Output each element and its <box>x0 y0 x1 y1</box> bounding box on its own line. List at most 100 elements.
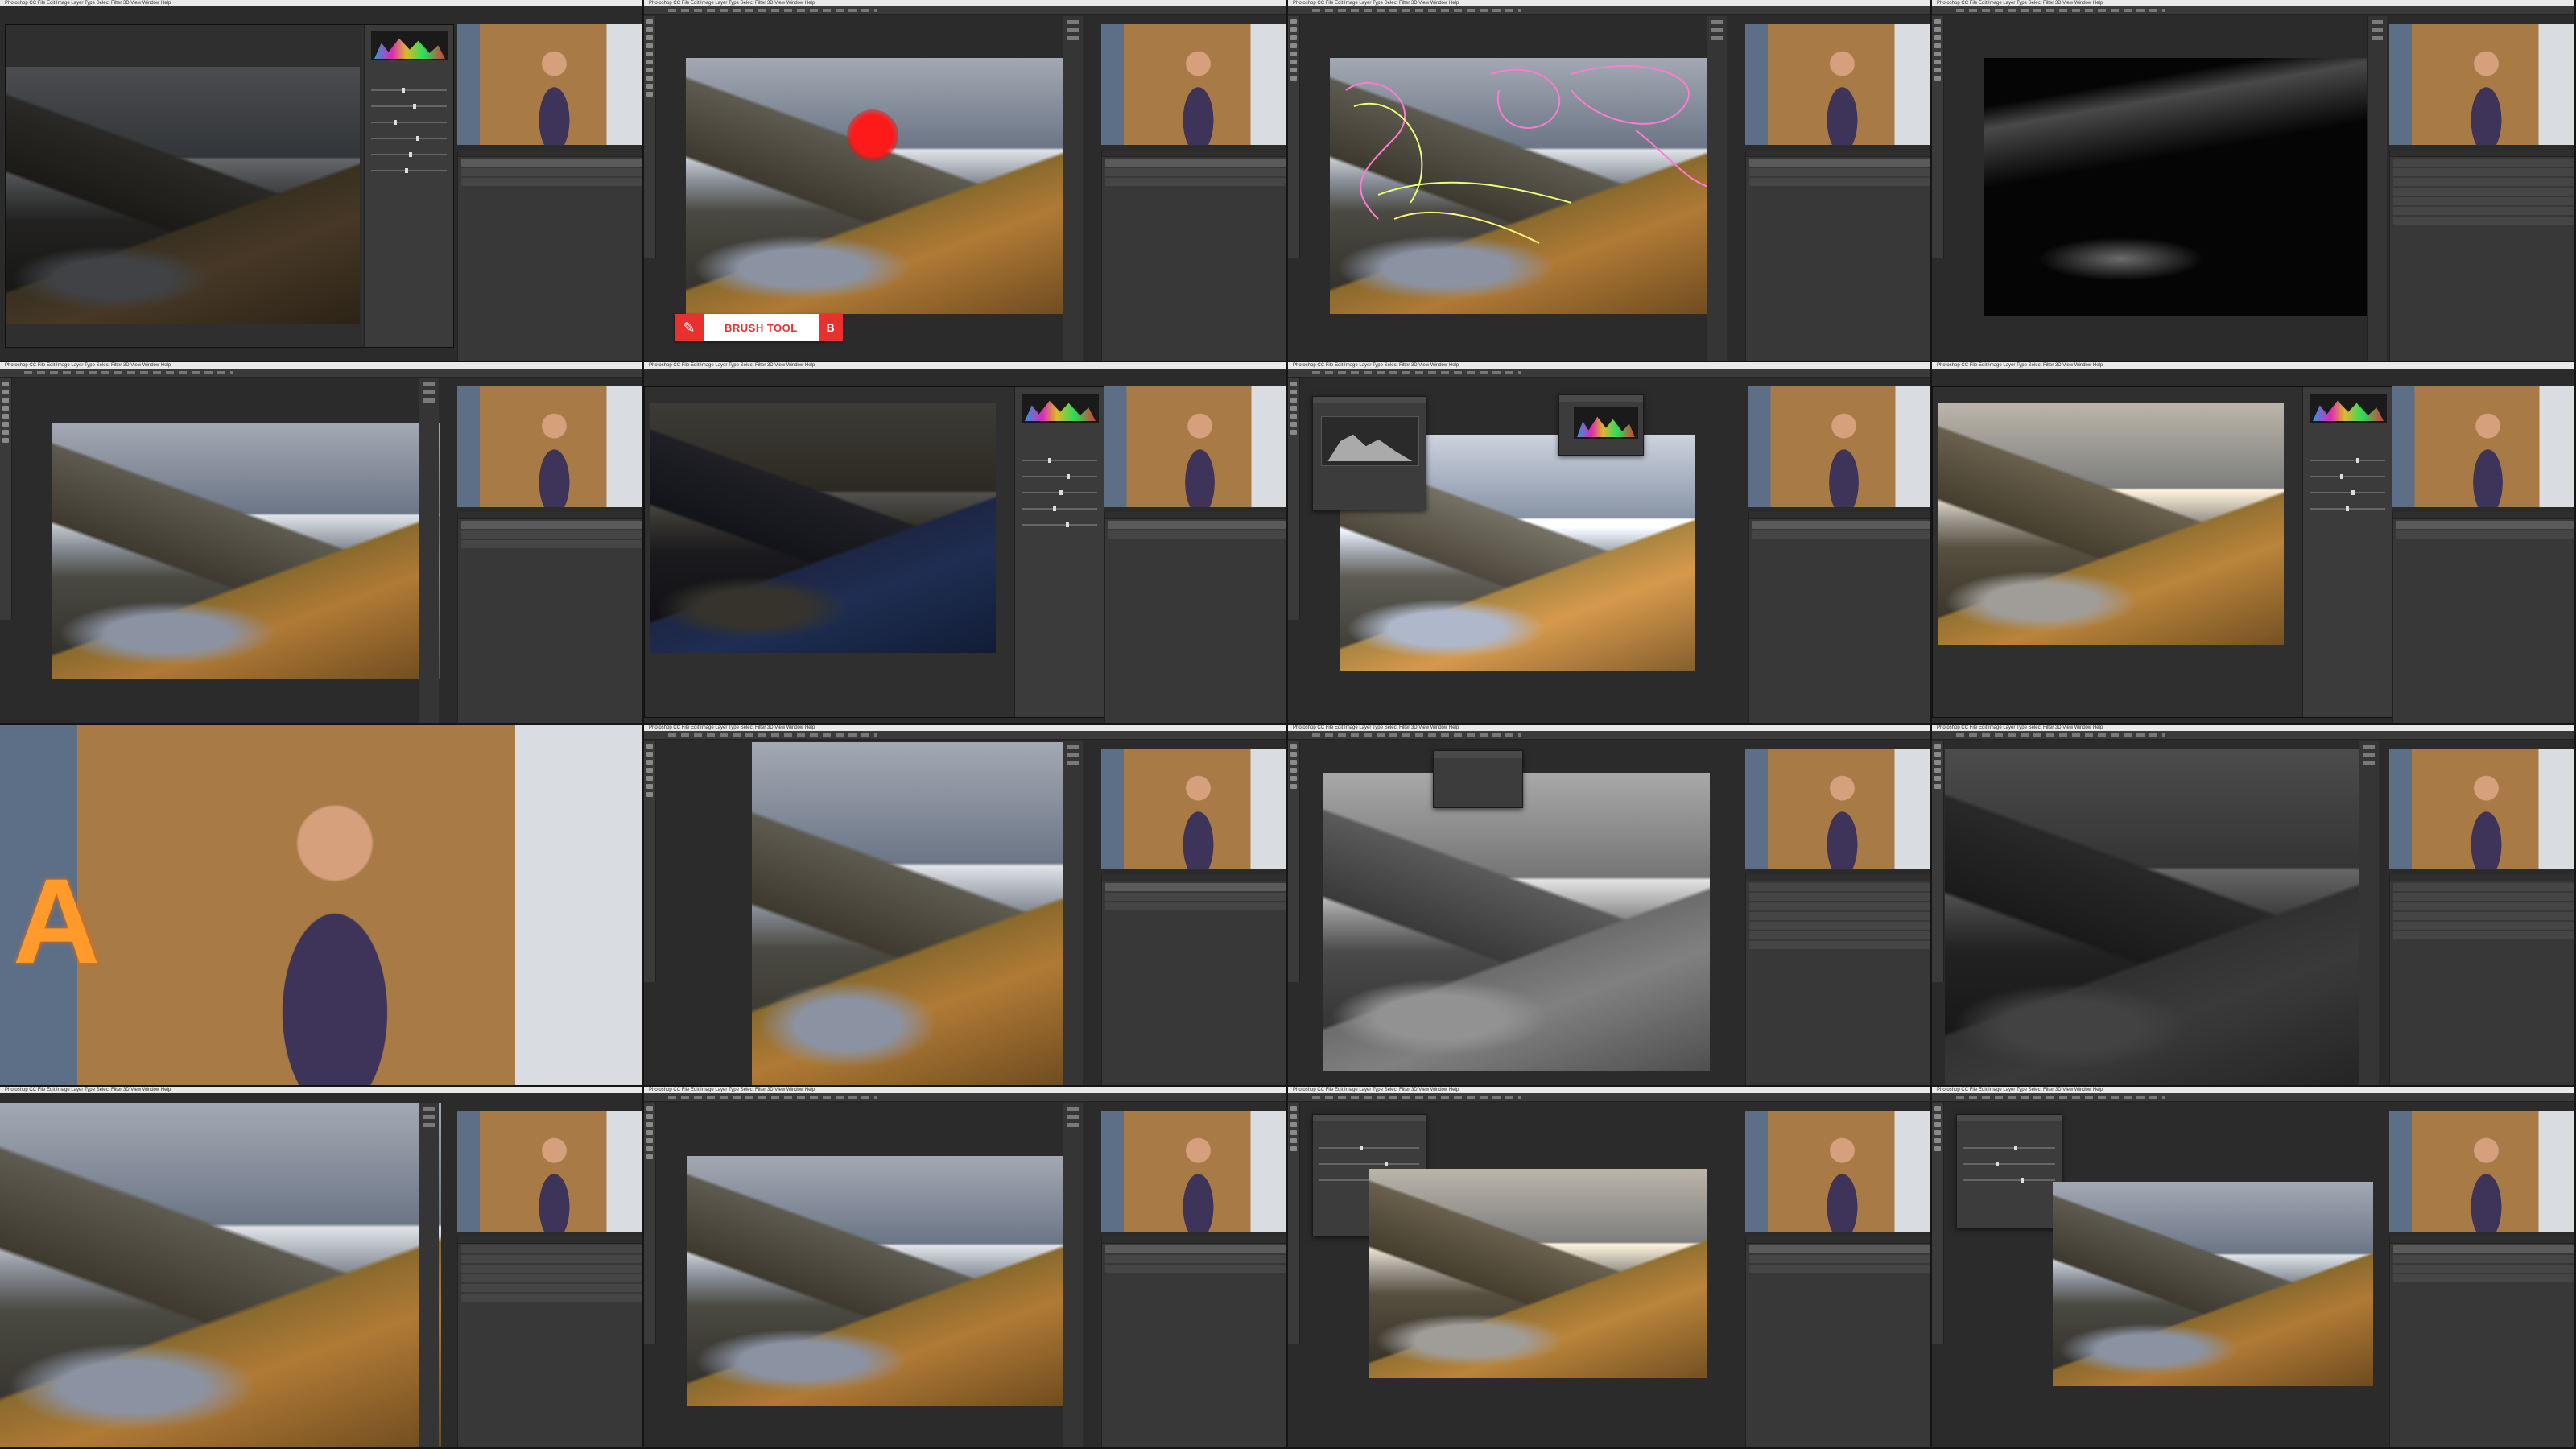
menu-bar: Photoshop CC File Edit Image Layer Type … <box>0 0 642 6</box>
context-menu <box>1433 750 1523 808</box>
frame-photoshop-closeup: Photoshop CC File Edit Image Layer Type … <box>644 724 1288 1087</box>
photo-canvas <box>1945 749 2363 1085</box>
presenter-webcam <box>1104 386 1286 507</box>
options-bar <box>1932 6 2574 15</box>
presenter-webcam <box>1745 1111 1930 1232</box>
tools-panel <box>1932 1103 1944 1344</box>
collapsed-panels <box>1063 741 1083 1085</box>
frame-presenter-fullscreen: A <box>0 724 644 1087</box>
layers-panel <box>457 150 642 361</box>
options-bar <box>644 6 1286 15</box>
layers-panel <box>1101 1236 1286 1447</box>
neon-letter-sign: A <box>13 852 101 989</box>
menu-bar: Photoshop CC File Edit Image Layer Type … <box>0 362 642 369</box>
layers-panel <box>1745 150 1930 361</box>
tools-panel <box>644 16 656 258</box>
adjust-panel <box>1014 387 1104 717</box>
brush-cursor <box>847 109 898 161</box>
annotation-scribbles <box>1345 65 1709 244</box>
photo-canvas <box>1323 773 1710 1071</box>
photo-canvas <box>1330 58 1718 314</box>
frame-camera-raw-night: Photoshop CC File Edit Image Layer Type … <box>644 362 1288 724</box>
collapsed-panels <box>1063 1103 1083 1447</box>
frame-properties-warm: Photoshop CC File Edit Image Layer Type … <box>1288 1087 1932 1449</box>
properties-panel <box>1956 1114 2062 1228</box>
tools-panel <box>1288 741 1300 982</box>
options-bar <box>1932 731 2574 740</box>
tools-panel <box>1288 378 1300 620</box>
options-bar <box>644 731 1286 740</box>
brush-tool-label: BRUSH TOOL <box>724 321 798 334</box>
camera-raw-window <box>5 24 454 348</box>
histogram <box>1022 394 1099 423</box>
menu-bar: Photoshop CC File Edit Image Layer Type … <box>1932 1087 2574 1093</box>
mask-canvas <box>1984 58 2376 316</box>
menu-bar: Photoshop CC File Edit Image Layer Type … <box>1288 362 1930 369</box>
histogram <box>371 31 448 60</box>
collapsed-panels <box>2359 741 2379 1085</box>
layers-panel <box>1101 150 1286 361</box>
frame-photoshop-base: Photoshop CC File Edit Image Layer Type … <box>0 362 644 724</box>
photo-canvas <box>1938 403 2284 645</box>
channels-panel <box>2389 150 2574 361</box>
brush-tool-overlay: ✎ BRUSH TOOL B <box>675 314 843 341</box>
layers-panel <box>1101 874 1286 1085</box>
presenter-webcam <box>2389 749 2574 869</box>
tools-panel <box>1288 16 1300 258</box>
brush-icon: ✎ <box>675 314 704 341</box>
presenter-figure <box>528 46 581 145</box>
layers-panel <box>2389 1236 2574 1447</box>
photo-canvas <box>52 423 440 679</box>
layers-panel <box>1748 512 1930 723</box>
frame-photoshop-final: Photoshop CC File Edit Image Layer Type … <box>644 1087 1288 1449</box>
menu-bar: Photoshop CC File Edit Image Layer Type … <box>644 724 1286 731</box>
camera-raw-window <box>644 386 1104 718</box>
tools-panel <box>1932 16 1944 258</box>
channels-panel <box>1745 874 1930 1085</box>
presenter-webcam <box>1101 24 1286 145</box>
adjust-panel <box>2302 387 2392 717</box>
menu-bar: Photoshop CC File Edit Image Layer Type … <box>1288 0 1930 6</box>
frame-scribble-notes: Photoshop CC File Edit Image Layer Type … <box>1288 0 1932 362</box>
menu-bar: Photoshop CC File Edit Image Layer Type … <box>0 1087 642 1093</box>
frame-levels-dialog: Photoshop CC File Edit Image Layer Type … <box>1288 362 1932 724</box>
frame-camera-raw-warm: Photoshop CC File Edit Image Layer Type … <box>1932 362 2576 724</box>
photo-canvas <box>1368 1169 1707 1378</box>
video-thumbnail-grid: Photoshop CC File Edit Image Layer Type … <box>0 0 2576 1449</box>
options-bar <box>1288 369 1930 378</box>
collapsed-panels <box>419 378 439 723</box>
menu-bar: Photoshop CC File Edit Image Layer Type … <box>644 1087 1286 1093</box>
menu-bar: Photoshop CC File Edit Image Layer Type … <box>1932 0 2574 6</box>
tools-panel <box>644 1103 656 1344</box>
menu-bar: Photoshop CC File Edit Image Layer Type … <box>1288 724 1930 731</box>
options-bar <box>0 369 642 378</box>
frame-bw-dark: Photoshop CC File Edit Image Layer Type … <box>1932 724 2576 1087</box>
presenter-webcam <box>1745 749 1930 869</box>
presenter-webcam <box>457 1111 642 1232</box>
frame-mountain-valley: Photoshop CC File Edit Image Layer Type … <box>0 1087 644 1449</box>
levels-histogram <box>1321 416 1419 466</box>
adjust-panel <box>364 25 453 347</box>
menu-bar: Photoshop CC File Edit Image Layer Type … <box>1288 1087 1930 1093</box>
presenter-figure <box>245 790 425 1085</box>
options-bar <box>1288 1093 1930 1102</box>
presenter-webcam <box>1101 749 1286 869</box>
presenter-webcam <box>2389 24 2574 145</box>
menu-bar: Photoshop CC File Edit Image Layer Type … <box>644 0 1286 6</box>
options-bar <box>644 1093 1286 1102</box>
histogram-panel <box>1558 394 1644 456</box>
menu-bar: Photoshop CC File Edit Image Layer Type … <box>644 362 1286 369</box>
layers-panel <box>2392 512 2574 723</box>
frame-mask-view: Photoshop CC File Edit Image Layer Type … <box>1932 0 2576 362</box>
options-bar <box>1288 731 1930 740</box>
channels-panel <box>2389 874 2574 1085</box>
frame-camera-raw-dark: Photoshop CC File Edit Image Layer Type … <box>0 0 644 362</box>
layers-panel <box>1745 1236 1930 1447</box>
menu-bar: Photoshop CC File Edit Image Layer Type … <box>1932 362 2574 369</box>
presenter-webcam <box>2392 386 2574 507</box>
collapsed-panels <box>2367 16 2387 361</box>
tools-panel <box>0 378 12 620</box>
presenter-webcam-large: A <box>0 724 642 1085</box>
layers-panel <box>457 512 642 723</box>
collapsed-panels <box>1063 16 1083 361</box>
